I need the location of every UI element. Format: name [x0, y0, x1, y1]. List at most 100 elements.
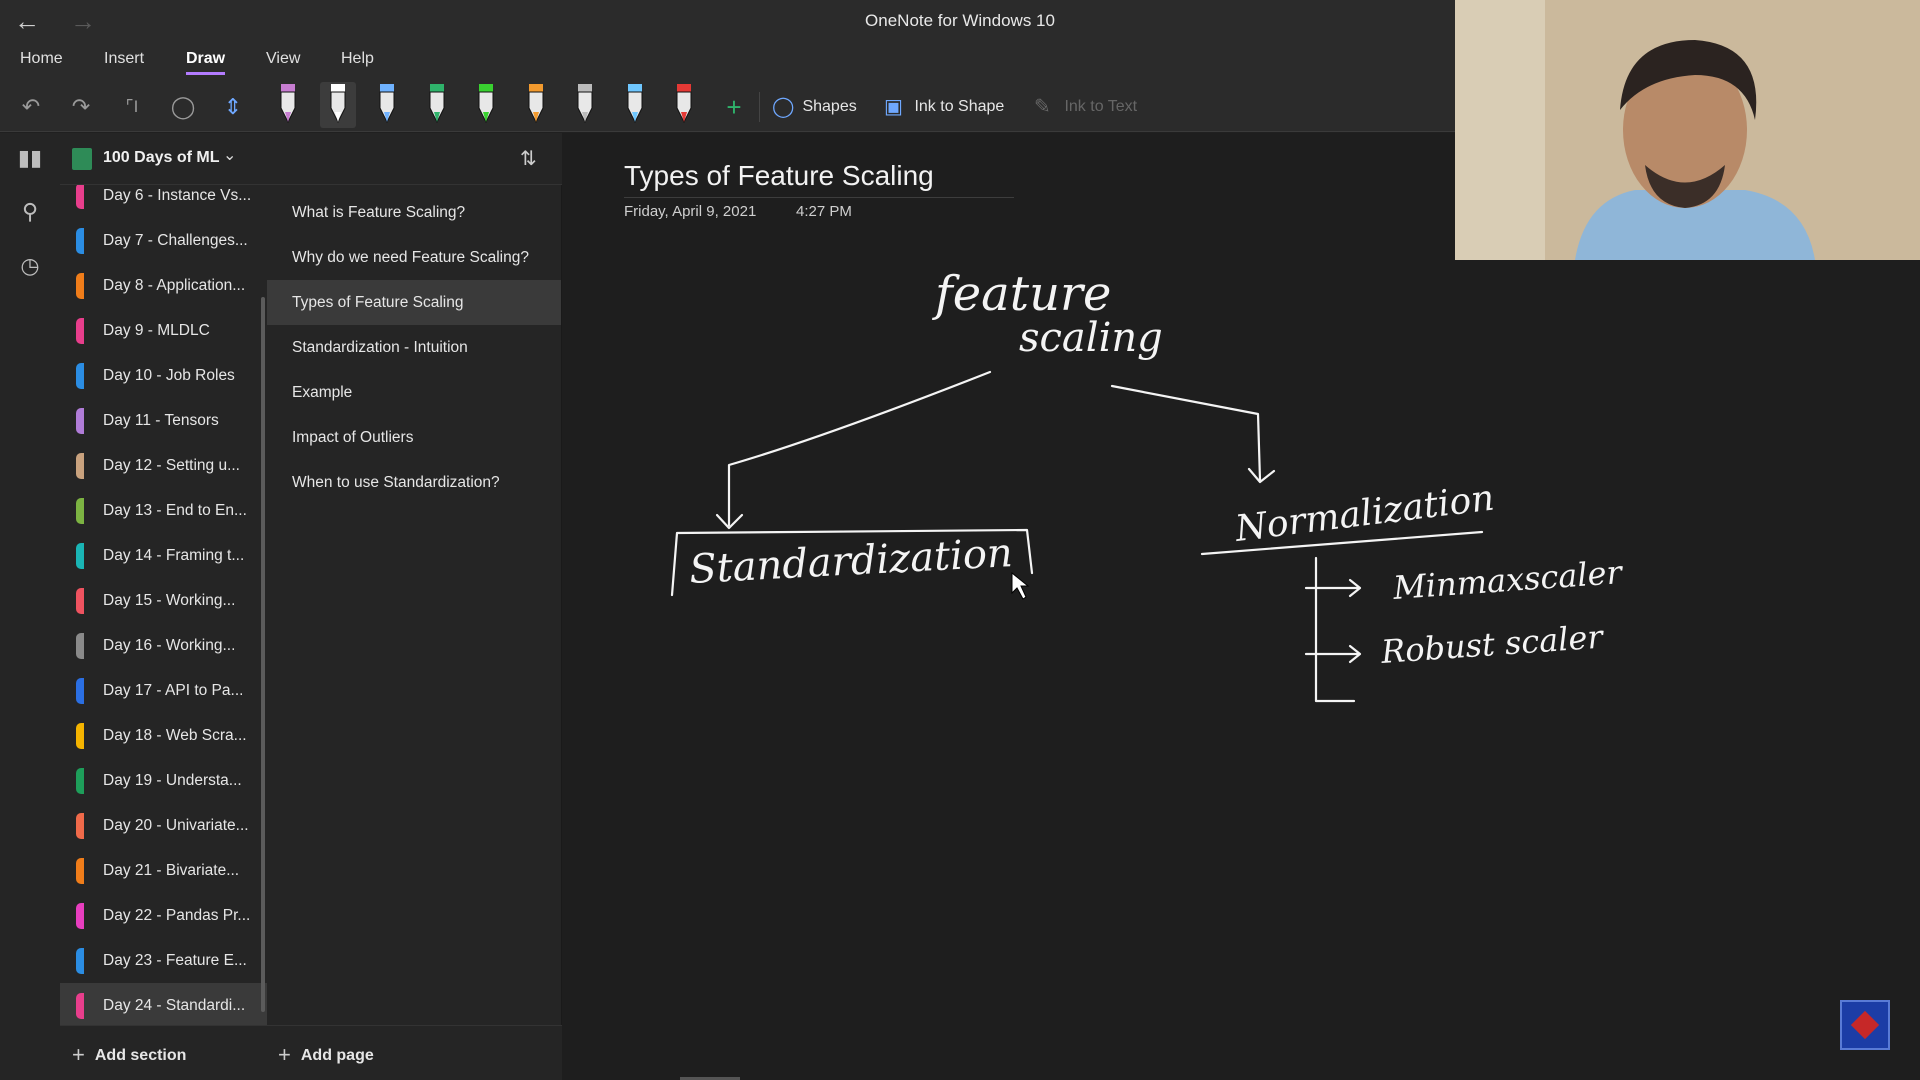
- section-color-tab: [76, 185, 84, 209]
- sections-list: Day 6 - Instance Vs... Day 7 - Challenges…: [60, 185, 267, 1025]
- ink-robust-scaler: Robust scaler: [1379, 617, 1606, 671]
- ink-to-text-button[interactable]: ✎ Ink to Text: [1034, 92, 1137, 122]
- ink-to-text-label: Ink to Text: [1064, 98, 1138, 116]
- pencil-icon[interactable]: [567, 82, 603, 128]
- section-label: Day 24 - Standardi...: [103, 997, 246, 1014]
- ink-normalization: Normalization: [1232, 478, 1496, 551]
- section-color-tab: [76, 678, 84, 704]
- section-color-tab: [76, 858, 84, 884]
- ink-minmaxscaler: Minmaxscaler: [1391, 553, 1625, 607]
- section-item[interactable]: Day 17 - API to Pa...: [60, 668, 267, 713]
- page-item[interactable]: Standardization - Intuition: [267, 325, 561, 370]
- notebook-icon: [72, 148, 92, 170]
- notebooks-icon[interactable]: ▮▮: [15, 145, 45, 175]
- pen-icon[interactable]: [369, 82, 405, 128]
- section-color-tab: [76, 903, 84, 929]
- shapes-button[interactable]: ◯ Shapes: [772, 92, 857, 122]
- section-item[interactable]: Day 23 - Feature E...: [60, 938, 267, 983]
- sort-icon[interactable]: ⇅: [520, 146, 537, 171]
- ink-standardization: Standardization: [688, 530, 1014, 593]
- section-item[interactable]: Day 6 - Instance Vs...: [60, 185, 267, 218]
- page-item[interactable]: Types of Feature Scaling: [267, 280, 561, 325]
- page-label: When to use Standardization?: [292, 474, 500, 491]
- menu-home[interactable]: Home: [20, 50, 63, 68]
- undo-icon[interactable]: ↶: [16, 92, 46, 122]
- section-label: Day 16 - Working...: [103, 637, 236, 654]
- pen-icon[interactable]: [518, 82, 554, 128]
- section-color-tab: [76, 948, 84, 974]
- sections-scrollbar[interactable]: [261, 297, 265, 1012]
- lasso-select-icon[interactable]: ◯: [168, 92, 198, 122]
- add-bar: + Add section + Add page: [60, 1025, 562, 1080]
- ink-to-shape-button[interactable]: ▣ Ink to Shape: [884, 92, 1004, 122]
- plus-icon: +: [278, 1042, 291, 1067]
- section-color-tab: [76, 768, 84, 794]
- tree-trunk: [1314, 556, 1356, 703]
- shapes-icon: ◯: [772, 96, 795, 118]
- notebook-title[interactable]: 100 Days of ML: [103, 149, 219, 167]
- section-item[interactable]: Day 22 - Pandas Pr...: [60, 893, 267, 938]
- pen-icon[interactable]: [617, 82, 653, 128]
- pen-icon[interactable]: [419, 82, 455, 128]
- page-label: Standardization - Intuition: [292, 339, 468, 356]
- highlighter-icon[interactable]: [468, 82, 504, 128]
- presenter-image: [1455, 0, 1920, 260]
- section-item[interactable]: Day 24 - Standardi...: [60, 983, 267, 1025]
- section-label: Day 21 - Bivariate...: [103, 862, 240, 879]
- add-pen-icon[interactable]: +: [719, 92, 749, 122]
- highlighter-pen-icon[interactable]: [270, 82, 306, 128]
- section-label: Day 20 - Univariate...: [103, 817, 249, 834]
- add-section-button[interactable]: + Add section: [72, 1042, 186, 1068]
- section-item[interactable]: Day 19 - Understa...: [60, 758, 267, 803]
- section-label: Day 18 - Web Scra...: [103, 727, 247, 744]
- ink-to-shape-label: Ink to Shape: [914, 98, 1005, 116]
- section-item[interactable]: Day 9 - MLDLC: [60, 308, 267, 353]
- ink-scaling: scaling: [1019, 315, 1163, 361]
- chevron-down-icon[interactable]: ⌄: [223, 145, 236, 165]
- left-branch-arrow: [727, 370, 992, 527]
- section-label: Day 13 - End to En...: [103, 502, 247, 519]
- section-label: Day 19 - Understa...: [103, 772, 242, 789]
- menu-draw[interactable]: Draw: [186, 50, 226, 75]
- page-item[interactable]: Example: [267, 370, 561, 415]
- redo-icon[interactable]: ↷: [66, 92, 96, 122]
- page-item[interactable]: What is Feature Scaling?: [267, 190, 561, 235]
- search-icon[interactable]: ⚲: [15, 199, 45, 229]
- section-item[interactable]: Day 14 - Framing t...: [60, 533, 267, 578]
- section-item[interactable]: Day 21 - Bivariate...: [60, 848, 267, 893]
- lasso-text-select-icon[interactable]: ⌜I: [117, 92, 147, 122]
- page-item[interactable]: Why do we need Feature Scaling?: [267, 235, 561, 280]
- section-item[interactable]: Day 7 - Challenges...: [60, 218, 267, 263]
- add-page-button[interactable]: + Add page: [278, 1042, 374, 1068]
- ink-drawing[interactable]: feature scaling Standardization Normaliz…: [562, 133, 1920, 1080]
- section-item[interactable]: Day 18 - Web Scra...: [60, 713, 267, 758]
- section-color-tab: [76, 318, 84, 344]
- menu-help[interactable]: Help: [341, 50, 374, 68]
- menu-insert[interactable]: Insert: [104, 50, 144, 68]
- pen-icon[interactable]: [666, 82, 702, 128]
- section-item[interactable]: Day 10 - Job Roles: [60, 353, 267, 398]
- toolbar-divider: [759, 92, 760, 122]
- section-color-tab: [76, 273, 84, 299]
- plus-icon: +: [72, 1042, 85, 1067]
- section-item[interactable]: Day 13 - End to En...: [60, 488, 267, 533]
- section-label: Day 15 - Working...: [103, 592, 236, 609]
- page-item[interactable]: When to use Standardization?: [267, 460, 561, 505]
- section-item[interactable]: Day 12 - Setting u...: [60, 443, 267, 488]
- section-label: Day 6 - Instance Vs...: [103, 187, 252, 204]
- mouse-cursor-icon: [1011, 571, 1030, 600]
- recent-clock-icon[interactable]: ◷: [15, 253, 45, 283]
- section-item[interactable]: Day 8 - Application...: [60, 263, 267, 308]
- webcam-video: [1455, 0, 1920, 260]
- pen-icon[interactable]: [319, 82, 356, 128]
- section-item[interactable]: Day 20 - Univariate...: [60, 803, 267, 848]
- page-item[interactable]: Impact of Outliers: [267, 415, 561, 460]
- section-item[interactable]: Day 15 - Working...: [60, 578, 267, 623]
- navigation-rail: ▮▮ ⚲ ◷: [0, 133, 60, 1080]
- section-item[interactable]: Day 16 - Working...: [60, 623, 267, 668]
- section-color-tab: [76, 543, 84, 569]
- page-canvas[interactable]: Types of Feature Scaling Friday, April 9…: [562, 133, 1920, 1080]
- add-space-icon[interactable]: ⇕: [218, 92, 248, 122]
- menu-view[interactable]: View: [266, 50, 300, 68]
- section-item[interactable]: Day 11 - Tensors: [60, 398, 267, 443]
